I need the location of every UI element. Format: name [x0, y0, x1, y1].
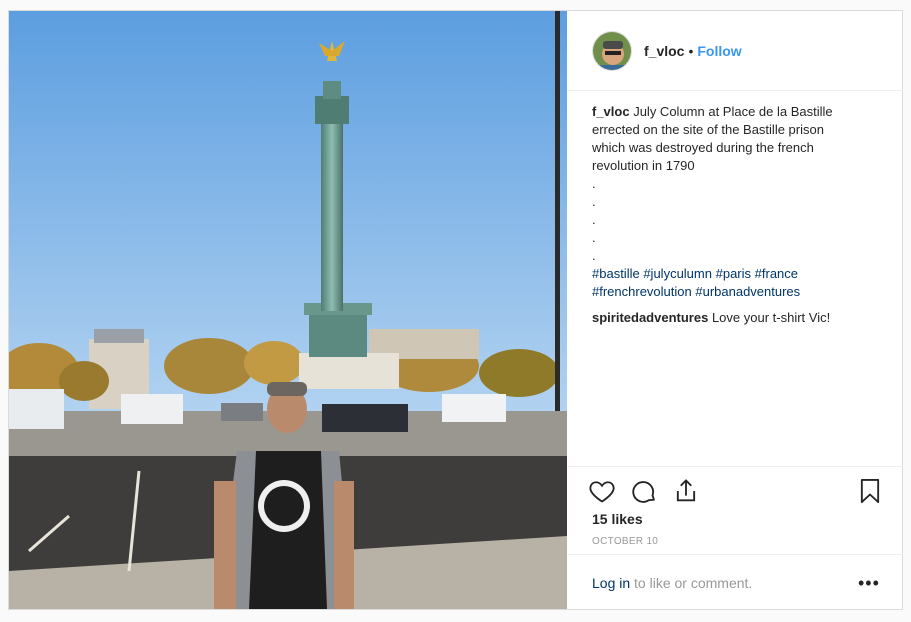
comment-item: spiritedadventures Love your t-shirt Vic… — [592, 309, 882, 327]
heart-icon[interactable] — [588, 477, 616, 505]
caption-dot-2: . — [592, 194, 596, 209]
action-bar — [568, 466, 903, 511]
likes-count[interactable]: 15 likes — [592, 511, 643, 527]
header-username[interactable]: f_vloc — [644, 43, 684, 59]
post-card: f_vloc • Follow f_vloc July Column at Pl… — [8, 10, 903, 610]
caption-username[interactable]: f_vloc — [592, 104, 630, 119]
caption-line-1: July Column at Place de la Bastille — [633, 104, 833, 119]
photo-illustration — [9, 11, 567, 609]
header-separator: • — [688, 42, 694, 59]
caption-dot-1: . — [592, 176, 596, 191]
hashtag-france[interactable]: #france — [755, 266, 798, 281]
post-date[interactable]: OCTOBER 10 — [592, 536, 658, 547]
comment-text: Love your t-shirt Vic! — [711, 310, 831, 325]
comment-username[interactable]: spiritedadventures — [592, 310, 708, 325]
hashtag-frenchrevolution[interactable]: #frenchrevolution — [592, 284, 692, 299]
caption-dot-5: . — [592, 248, 596, 263]
more-options-button[interactable]: ••• — [858, 573, 880, 594]
share-icon[interactable] — [672, 477, 700, 505]
hashtag-julyculumn[interactable]: #julyculumn — [643, 266, 712, 281]
hashtag-bastille[interactable]: #bastille — [592, 266, 640, 281]
avatar[interactable] — [592, 30, 632, 71]
login-link[interactable]: Log in — [592, 575, 630, 591]
caption-line-3: which was destroyed during the french — [592, 140, 814, 155]
post-sidebar: f_vloc • Follow f_vloc July Column at Pl… — [568, 11, 903, 609]
bookmark-icon[interactable] — [856, 477, 884, 505]
hashtag-urbanadventures[interactable]: #urbanadventures — [695, 284, 800, 299]
post-header: f_vloc • Follow — [568, 11, 903, 91]
follow-button[interactable]: Follow — [697, 43, 741, 59]
caption-line-4: revolution in 1790 — [592, 158, 695, 173]
post-photo[interactable] — [9, 11, 567, 609]
comment-icon[interactable] — [630, 477, 658, 505]
avatar-image — [593, 31, 631, 70]
hashtag-paris[interactable]: #paris — [716, 266, 751, 281]
login-prompt: Log in to like or comment. — [592, 575, 752, 591]
login-footer: Log in to like or comment. ••• — [568, 554, 903, 609]
caption-dot-3: . — [592, 212, 596, 227]
login-prompt-text: to like or comment. — [630, 575, 753, 591]
caption-line-2: errected on the site of the Bastille pri… — [592, 122, 824, 137]
comments-section: f_vloc July Column at Place de la Bastil… — [592, 103, 882, 327]
caption: f_vloc July Column at Place de la Bastil… — [592, 103, 882, 301]
caption-dot-4: . — [592, 230, 596, 245]
